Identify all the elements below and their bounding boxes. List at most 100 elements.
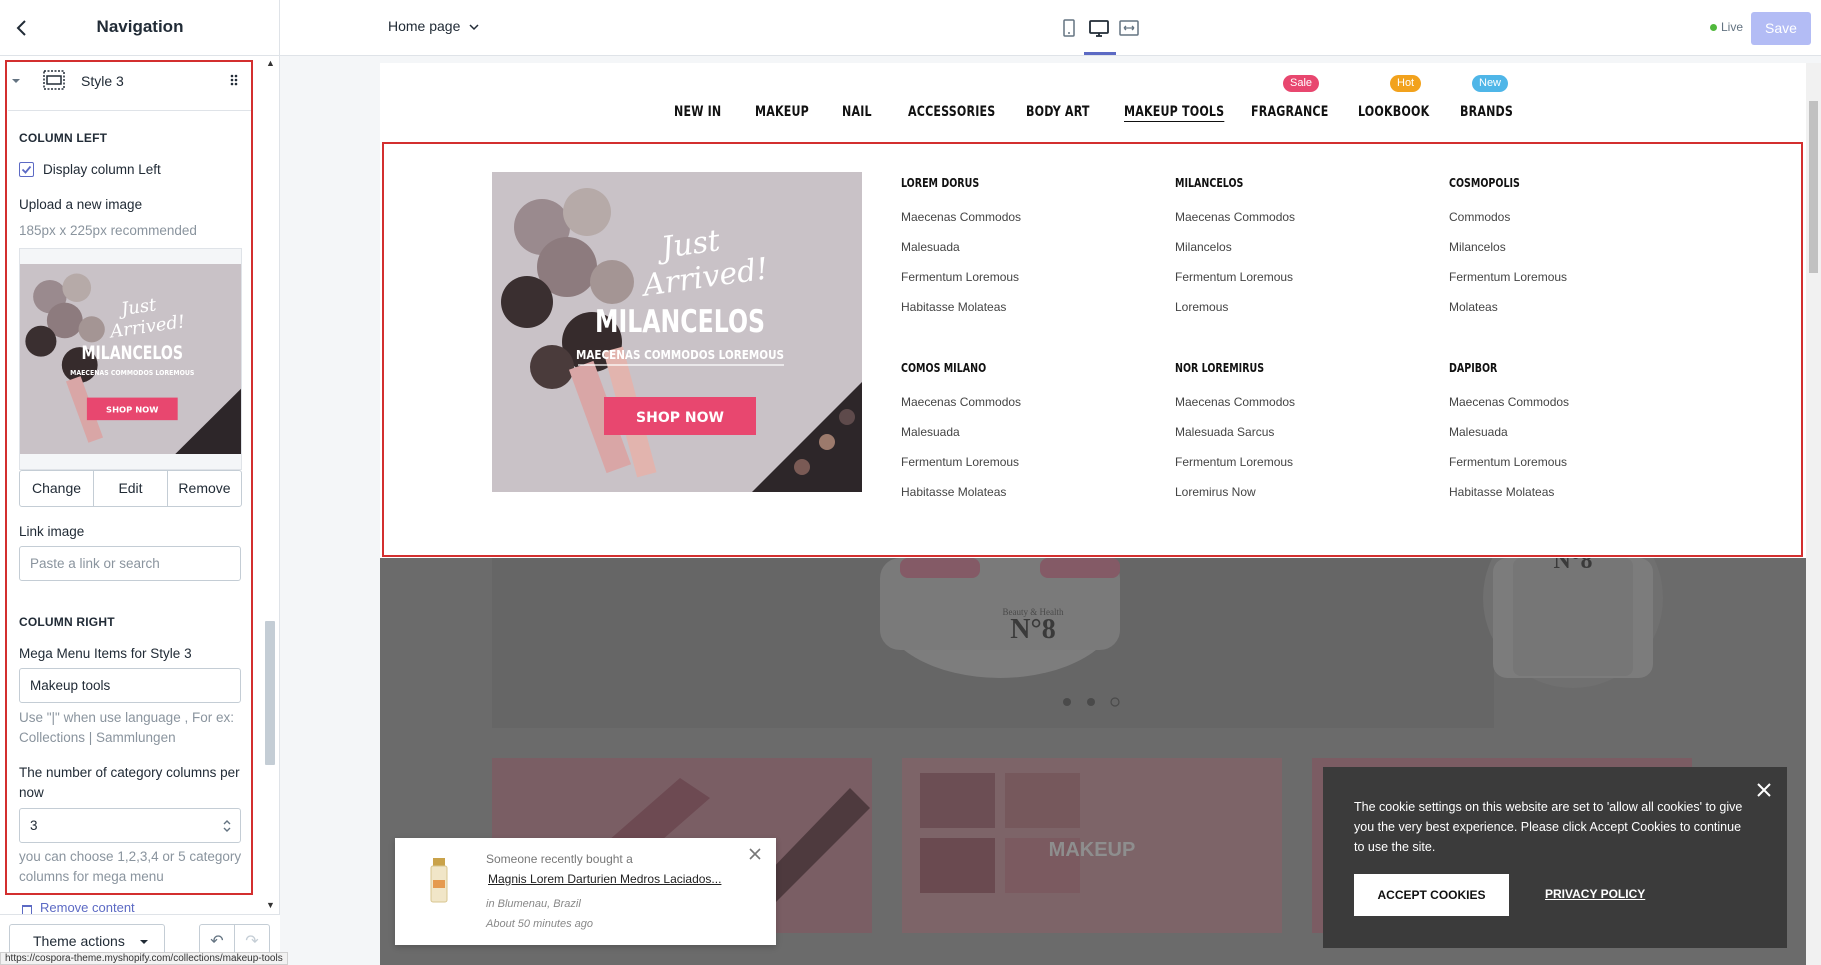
save-button[interactable]: Save (1751, 12, 1811, 45)
mega-link[interactable]: Fermentum Loremous (901, 455, 1019, 469)
browser-status-bar: https://cospora-theme.myshopify.com/coll… (0, 952, 288, 965)
editor-topbar: Home page Live Save (280, 0, 1821, 56)
mega-link[interactable]: Habitasse Molateas (1449, 485, 1554, 499)
link-image-input[interactable]: Paste a link or search (19, 546, 241, 581)
mega-link[interactable]: Loremous (1175, 300, 1228, 314)
display-column-left-checkbox[interactable] (19, 162, 34, 177)
mega-link[interactable]: Commodos (1449, 210, 1510, 224)
accept-cookies-button[interactable]: ACCEPT COOKIES (1354, 874, 1509, 916)
link-image-label: Link image (19, 524, 85, 539)
page-select-label: Home page (388, 18, 461, 34)
upload-image-hint: 185px x 225px recommended (19, 223, 197, 238)
display-column-left-label: Display column Left (43, 162, 161, 177)
preview-scrollbar[interactable] (1806, 63, 1821, 965)
nav-item-new-in[interactable]: NEW IN (674, 104, 721, 120)
preview-scrollbar-thumb[interactable] (1809, 101, 1818, 273)
nav-item-makeup[interactable]: MAKEUP (755, 104, 809, 120)
nav-item-brands[interactable]: BRANDS (1460, 104, 1513, 120)
category-columns-select[interactable]: 3 (19, 808, 241, 843)
select-arrows-icon (223, 820, 231, 832)
product-jar-brand: Beauty & Health (1003, 607, 1064, 617)
section-row-label: Style 3 (81, 73, 124, 89)
mega-link[interactable]: Fermentum Loremous (901, 270, 1019, 284)
nav-item-fragrance[interactable]: FRAGRANCE (1251, 104, 1328, 120)
section-row-style-3[interactable]: Style 3 (8, 61, 252, 111)
desktop-view-icon[interactable] (1087, 16, 1111, 40)
live-status: Live (1710, 20, 1743, 34)
svg-text:MILANCELOS: MILANCELOS (82, 343, 184, 364)
close-icon[interactable] (747, 846, 763, 862)
mega-menu-banner[interactable]: Just Arrived! MILANCELOS MAECENAS COMMOD… (492, 172, 862, 492)
change-image-button[interactable]: Change (20, 471, 94, 506)
product-thumbnail-icon (430, 858, 448, 903)
mega-link[interactable]: Fermentum Loremous (1175, 455, 1293, 469)
page-select[interactable]: Home page (388, 18, 480, 34)
mega-link[interactable]: Maecenas Commodos (1449, 395, 1569, 409)
mega-menu-items-hint: Use "|" when use language , For ex: Coll… (19, 710, 234, 745)
banner-subline: MAECENAS COMMODOS LOREMOUS (576, 348, 784, 362)
mega-link[interactable]: Malesuada Sarcus (1175, 425, 1274, 439)
mega-link[interactable]: Habitasse Molateas (901, 300, 1006, 314)
remove-image-button[interactable]: Remove (168, 471, 241, 506)
mega-link[interactable]: Malesuada (901, 240, 960, 254)
mega-link[interactable]: Maecenas Commodos (1175, 210, 1295, 224)
svg-text:N°8: N°8 (1554, 558, 1593, 574)
caret-down-icon (139, 940, 148, 945)
close-icon[interactable] (1754, 780, 1774, 800)
svg-text:MAECENAS COMMODOS LOREMOUS: MAECENAS COMMODOS LOREMOUS (70, 368, 194, 377)
scroll-up-icon[interactable]: ▲ (266, 58, 275, 68)
popup-product-link[interactable]: Magnis Lorem Darturien Medros Laciados..… (488, 872, 721, 886)
svg-text:SHOP NOW: SHOP NOW (106, 404, 158, 414)
product-jar-label: N°8 (1010, 614, 1055, 645)
nav-item-nail[interactable]: NAIL (842, 104, 872, 120)
sidebar-scrollbar[interactable]: ▲ ▼ (263, 56, 279, 914)
editor-sidebar: Navigation Style 3 COLUMN LEFT Display c… (0, 0, 280, 965)
nav-item-makeup-tools[interactable]: MAKEUP TOOLS (1124, 104, 1225, 122)
category-columns-label: The number of category columns per now (19, 765, 240, 800)
fullscreen-view-icon[interactable] (1117, 16, 1141, 40)
drag-handle-icon[interactable] (229, 73, 239, 87)
remove-content-label: Remove content (40, 903, 135, 914)
section-layout-icon (43, 70, 65, 90)
recent-purchase-popup[interactable]: Someone recently bought a Magnis Lorem D… (395, 838, 776, 945)
mega-col-heading: LOREM DORUS (901, 176, 980, 190)
remove-content-link[interactable]: Remove content (22, 903, 135, 914)
mega-link[interactable]: Fermentum Loremous (1175, 270, 1293, 284)
mega-menu-items-label: Mega Menu Items for Style 3 (19, 646, 192, 661)
mega-col-heading: NOR LOREMIRUS (1175, 361, 1265, 375)
sidebar-title: Navigation (96, 17, 184, 36)
scroll-down-icon[interactable]: ▼ (266, 900, 275, 910)
nav-item-body-art[interactable]: BODY ART (1026, 104, 1090, 120)
collapse-caret-icon[interactable] (11, 76, 21, 86)
mobile-view-icon[interactable] (1057, 16, 1081, 40)
mega-link[interactable]: Fermentum Loremous (1449, 270, 1567, 284)
hot-badge: Hot (1390, 75, 1422, 92)
edit-image-button[interactable]: Edit (94, 471, 168, 506)
live-label: Live (1721, 20, 1744, 34)
mega-menu-items-input[interactable]: Makeup tools (19, 668, 241, 703)
mega-link[interactable]: Maecenas Commodos (1175, 395, 1295, 409)
mega-link[interactable]: Milancelos (1175, 240, 1232, 254)
mega-link[interactable]: Habitasse Molateas (901, 485, 1006, 499)
mega-link[interactable]: Molateas (1449, 300, 1498, 314)
category-columns-value: 3 (30, 818, 38, 833)
sidebar-scrollbar-thumb[interactable] (265, 621, 275, 765)
chevron-down-icon (469, 24, 479, 31)
new-badge: New (1472, 75, 1509, 92)
theme-editor: Home page Live Save NEW IN MAKEUP NAIL A… (0, 0, 1821, 965)
banner-illustration: Just Arrived! MILANCELOS MAECENAS COMMOD… (492, 172, 862, 492)
mega-link[interactable]: Malesuada (1449, 425, 1508, 439)
mega-link[interactable]: Maecenas Commodos (901, 210, 1021, 224)
mega-col-heading: MILANCELOS (1175, 176, 1244, 190)
nav-item-lookbook[interactable]: LOOKBOOK (1358, 104, 1429, 120)
mega-link[interactable]: Fermentum Loremous (1449, 455, 1567, 469)
privacy-policy-link[interactable]: PRIVACY POLICY (1545, 887, 1645, 901)
mega-link[interactable]: Milancelos (1449, 240, 1506, 254)
mega-link[interactable]: Loremirus Now (1175, 485, 1256, 499)
uploaded-image-preview: Just Arrived! MILANCELOS MAECENAS COMMOD… (19, 248, 242, 470)
nav-item-accessories[interactable]: ACCESSORIES (908, 104, 995, 120)
mega-col-heading: COSMOPOLIS (1449, 176, 1520, 190)
mega-link[interactable]: Maecenas Commodos (901, 395, 1021, 409)
mega-link[interactable]: Malesuada (901, 425, 960, 439)
checkmark-icon (21, 165, 32, 174)
